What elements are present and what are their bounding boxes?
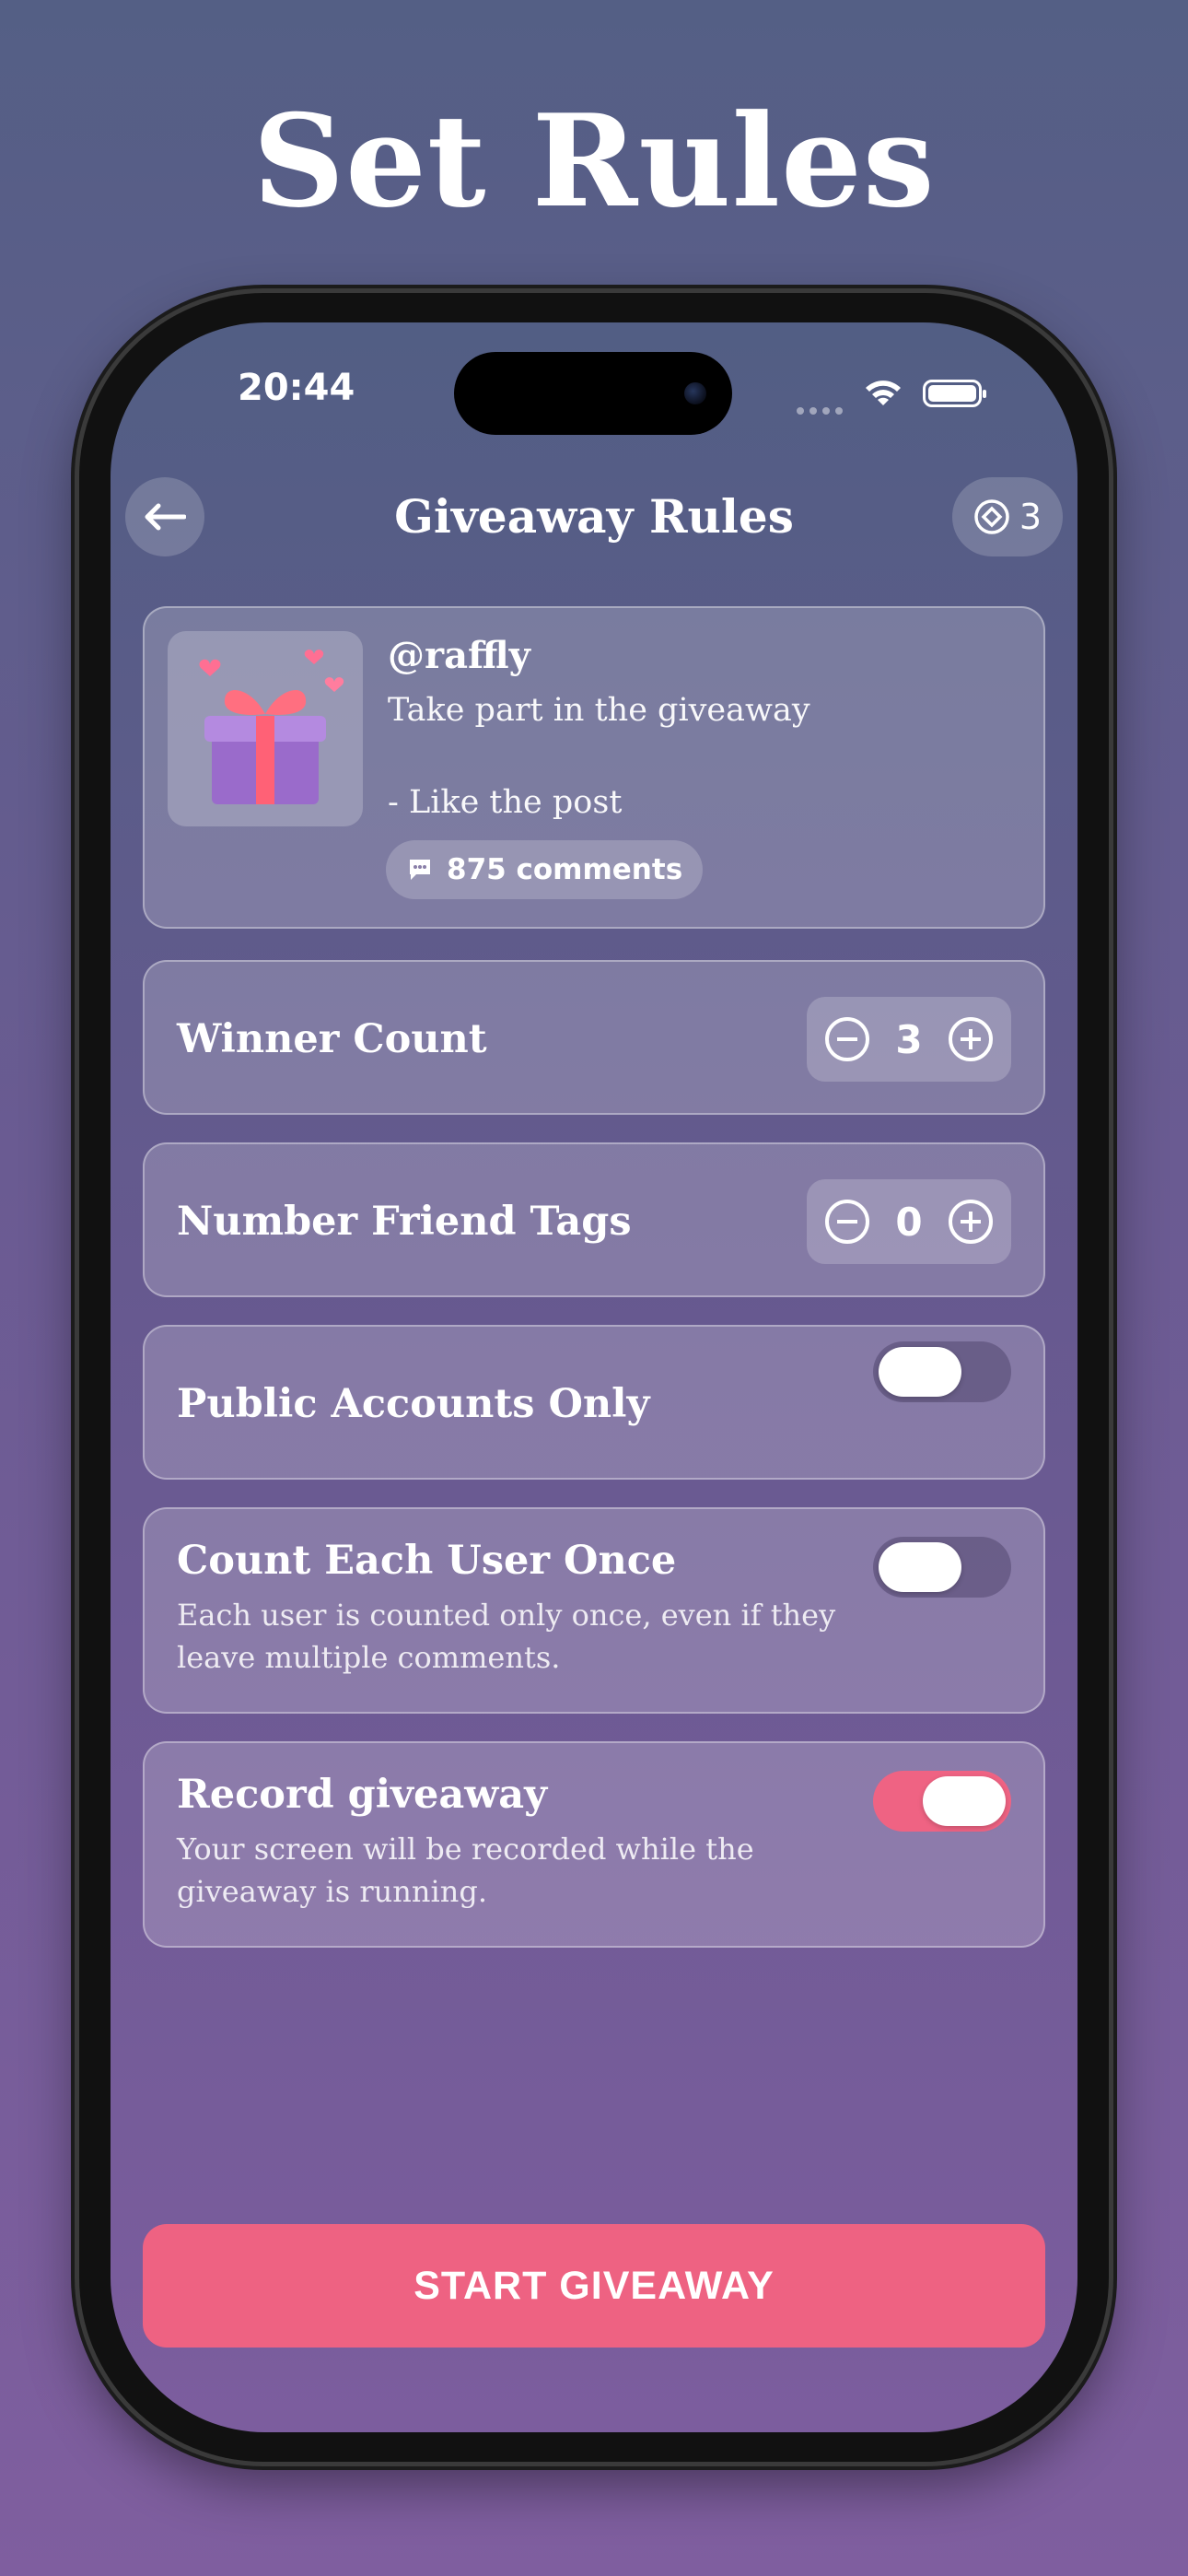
plus-circle-icon: [948, 1200, 993, 1244]
comments-count-chip: 875 comments: [386, 840, 704, 899]
page-title: Giveaway Rules: [394, 489, 794, 544]
camera-icon: [684, 382, 706, 404]
dynamic-island: [454, 352, 732, 435]
winner-count-label: Winner Count: [177, 1016, 487, 1062]
minus-circle-icon: [825, 1200, 869, 1244]
volume-up-button: [72, 857, 79, 1004]
post-caption: Take part in the giveaway - Like the pos…: [388, 692, 810, 821]
winner-count-stepper: 3: [807, 997, 1011, 1082]
count-once-toggle[interactable]: [873, 1537, 1011, 1598]
record-giveaway-label: Record giveaway: [177, 1772, 548, 1818]
record-giveaway-description: Your screen will be recorded while the g…: [177, 1832, 754, 1909]
silent-switch: [72, 700, 79, 789]
public-accounts-toggle[interactable]: [873, 1341, 1011, 1402]
power-button: [1109, 907, 1116, 1138]
plus-circle-icon: [948, 1017, 993, 1061]
app-screen: 20:44 Giveaway Rules 3 @raffly Take part…: [111, 322, 1077, 2432]
gift-thumbnail: [168, 631, 363, 826]
decrement-button[interactable]: [823, 1198, 871, 1246]
friend-tags-stepper: 0: [807, 1179, 1011, 1264]
wifi-icon: [866, 381, 901, 405]
record-giveaway-toggle[interactable]: [873, 1771, 1011, 1832]
increment-button[interactable]: [947, 1015, 995, 1063]
winner-count-row: Winner Count 3: [143, 960, 1045, 1115]
comment-bubble-icon: [410, 860, 430, 880]
status-time: 20:44: [238, 367, 355, 409]
friend-tags-value: 0: [895, 1199, 923, 1245]
decrement-button[interactable]: [823, 1015, 871, 1063]
post-preview-card: @raffly Take part in the giveaway - Like…: [143, 606, 1045, 929]
credits-badge[interactable]: 3: [952, 477, 1063, 556]
minus-circle-icon: [825, 1017, 869, 1061]
friend-tags-label: Number Friend Tags: [177, 1199, 632, 1245]
public-accounts-label: Public Accounts Only: [177, 1381, 650, 1427]
public-accounts-row: Public Accounts Only: [143, 1325, 1045, 1480]
comments-count: 875 comments: [447, 853, 683, 886]
count-once-row: Count Each User Once Each user is counte…: [143, 1507, 1045, 1714]
record-giveaway-row: Record giveaway Your screen will be reco…: [143, 1741, 1045, 1948]
friend-tags-row: Number Friend Tags 0: [143, 1142, 1045, 1297]
start-giveaway-button[interactable]: START GIVEAWAY: [143, 2224, 1045, 2348]
volume-down-button: [72, 1046, 79, 1193]
promo-headline: Set Rules: [252, 86, 936, 236]
signal-icon: [797, 401, 848, 415]
winner-count-value: 3: [895, 1016, 923, 1062]
account-handle: @raffly: [388, 634, 530, 677]
credits-count: 3: [1019, 497, 1042, 537]
count-once-label: Count Each User Once: [177, 1538, 677, 1584]
diamond-coin-icon: [974, 499, 1009, 534]
count-once-description: Each user is counted only once, even if …: [177, 1598, 836, 1675]
battery-icon: [923, 380, 986, 407]
increment-button[interactable]: [947, 1198, 995, 1246]
gift-icon: [199, 650, 344, 804]
